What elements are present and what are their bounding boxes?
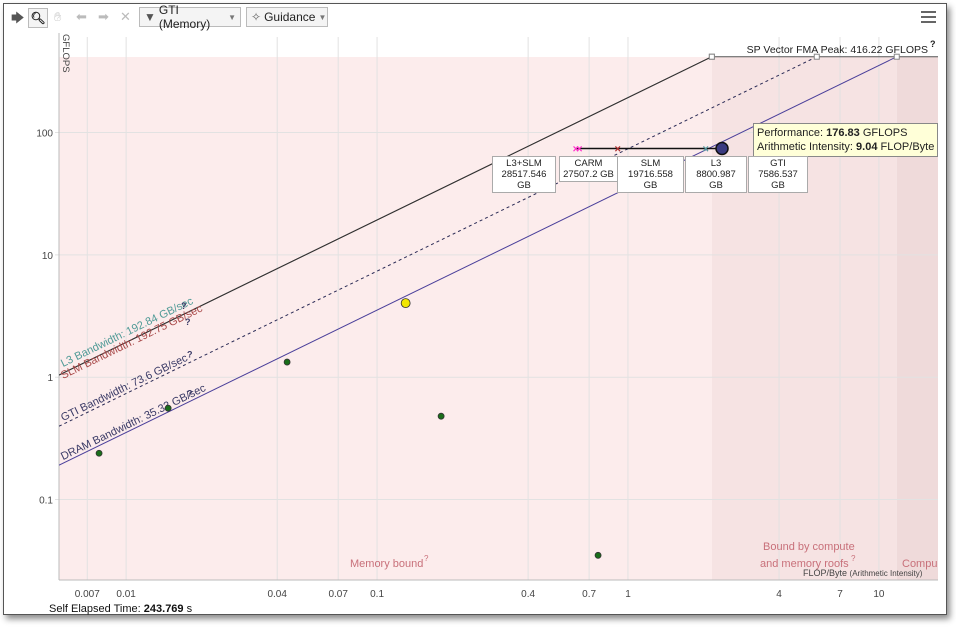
y-tick-label: 100: [36, 128, 53, 139]
memory-level-marker[interactable]: ×: [576, 143, 582, 155]
memory-level-name: GTI: [770, 158, 786, 169]
loop-dot[interactable]: [400, 298, 411, 309]
memory-level-box: CARM 27507.2 GB: [559, 156, 618, 182]
roof-handle[interactable]: [893, 53, 900, 60]
x-tick-label: 0.7: [582, 589, 596, 600]
tooltip-perf-label: Performance:: [757, 127, 824, 139]
memory-level-box: GTI 7586.537 GB: [748, 156, 808, 193]
tooltip-ai-unit: FLOP/Byte: [880, 141, 935, 153]
roofline-chart[interactable]: 0.007 0.01 0.04 0.07 0.1 0.4 0.7 1 4 7 10 100 10 1 0.1…: [0, 0, 956, 628]
memory-level-traffic: 19716.558 GB: [628, 169, 673, 191]
memory-level-name: L3+SLM: [506, 158, 542, 169]
loop-dot[interactable]: [283, 358, 291, 366]
self-elapsed-time: Self Elapsed Time: 243.769 s: [49, 603, 192, 615]
x-tick-label: 4: [776, 589, 782, 600]
y-tick-label: 10: [42, 251, 54, 262]
y-tick-label: 0.1: [39, 496, 53, 507]
memory-level-box: L3 8800.987 GB: [685, 156, 747, 193]
memory-level-marker[interactable]: ×: [614, 143, 620, 155]
memory-level-traffic: 27507.2 GB: [563, 169, 614, 180]
point-tooltip: Performance: 176.83 GFLOPS Arithmetic In…: [753, 123, 939, 157]
x-tick-label: 0.1: [370, 589, 384, 600]
tooltip-perf-value: 176.83: [826, 127, 860, 139]
loop-dot[interactable]: [164, 404, 172, 412]
memory-level-marker[interactable]: ×: [702, 143, 708, 155]
tooltip-ai-value: 9.04: [856, 141, 878, 153]
help-icon: ?: [185, 317, 191, 327]
tooltip-ai-label: Arithmetic Intensity:: [757, 141, 853, 153]
x-tick-label: 0.4: [521, 589, 535, 600]
x-tick-label: 0.007: [75, 589, 100, 600]
help-icon: ?: [930, 39, 936, 49]
x-tick-label: 1: [625, 589, 631, 600]
help-icon: ?: [187, 349, 193, 359]
roof-handle[interactable]: [813, 53, 820, 60]
region-label-compute-memory: Bound by compute: [763, 541, 855, 553]
elapsed-value: 243.769: [143, 603, 184, 615]
elapsed-unit: s: [186, 603, 193, 615]
memory-level-traffic: 8800.987 GB: [696, 169, 736, 191]
x-tick-label: 10: [873, 589, 885, 600]
memory-level-box: SLM 19716.558 GB: [617, 156, 684, 193]
tooltip-perf-unit: GFLOPS: [862, 127, 908, 139]
help-icon: ?: [424, 554, 429, 563]
roof-handle[interactable]: [708, 53, 715, 60]
y-axis-label: GFLOPS: [60, 34, 71, 73]
x-axis-label: FLOP/Byte (Arithmetic Intensity): [803, 568, 923, 578]
memory-level-traffic: 7586.537 GB: [758, 169, 798, 191]
loop-dot[interactable]: [95, 449, 103, 457]
elapsed-label: Self Elapsed Time:: [49, 603, 141, 615]
memory-level-traffic: 28517.546 GB: [501, 169, 547, 191]
x-tick-label: 0.07: [328, 589, 348, 600]
memory-level-box: L3+SLM 28517.546 GB: [492, 156, 556, 193]
compute-roof-label: SP Vector FMA Peak: 416.22 GFLOPS: [747, 44, 928, 56]
memory-level-name: SLM: [640, 158, 661, 169]
x-tick-label: 0.04: [267, 589, 287, 600]
loop-dot[interactable]: [437, 412, 445, 420]
y-tick-label: 1: [47, 373, 53, 384]
x-axis-sublabel: (Arithmetic Intensity): [850, 569, 923, 578]
x-tick-label: 7: [837, 589, 843, 600]
help-icon: ?: [851, 554, 856, 563]
x-tick-label: 0.01: [116, 589, 136, 600]
memory-level-name: CARM: [574, 158, 603, 169]
region-label-memory-bound: Memory bound: [350, 558, 423, 570]
help-icon: ?: [187, 388, 193, 398]
selected-loop-dot[interactable]: [715, 141, 729, 156]
memory-level-name: L3: [710, 158, 722, 169]
loop-dot[interactable]: [594, 551, 602, 559]
